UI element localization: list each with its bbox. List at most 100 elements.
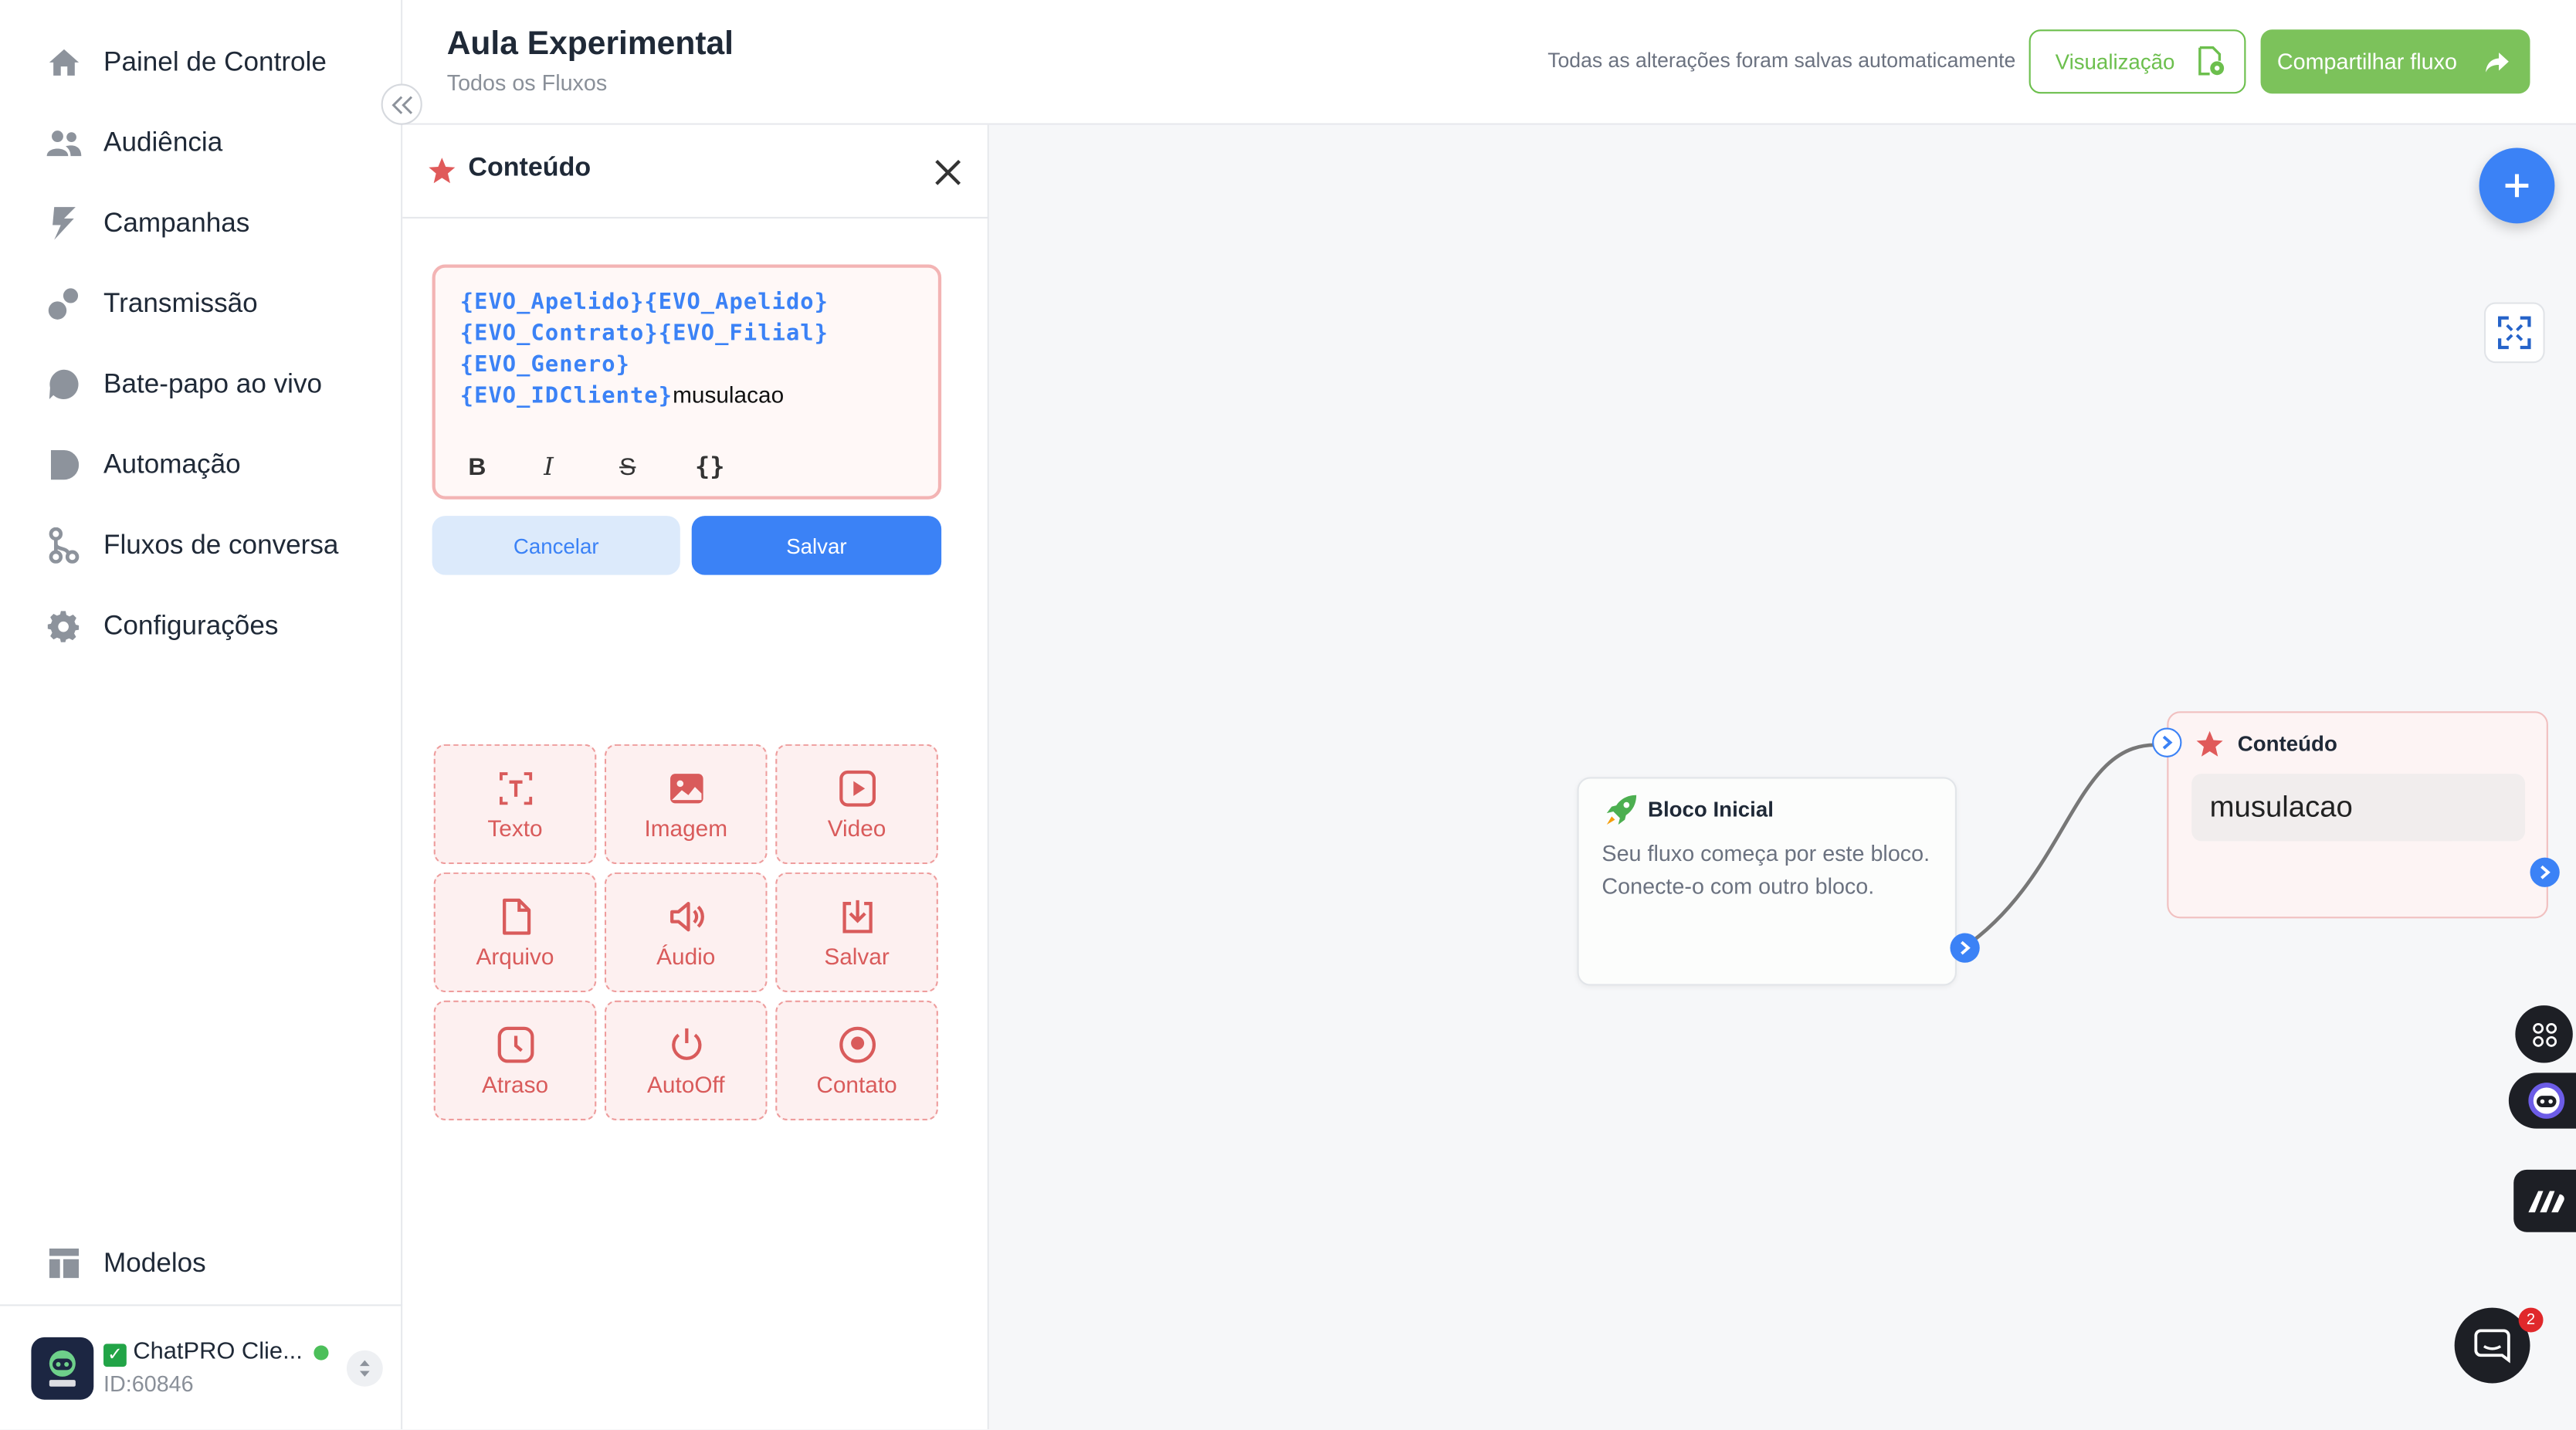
flow-icon xyxy=(46,527,83,564)
sidebar-item-fluxos[interactable]: Fluxos de conversa xyxy=(0,513,402,578)
campaign-icon xyxy=(46,205,83,242)
panel-title: Conteúdo xyxy=(468,154,591,183)
bold-button[interactable]: B xyxy=(468,449,544,485)
chevron-right-icon xyxy=(1961,940,1971,955)
message-editor[interactable]: {EVO_Apelido}{EVO_Apelido} {EVO_Contrato… xyxy=(432,264,942,500)
star-icon xyxy=(429,158,456,184)
block-label: Video xyxy=(827,814,886,841)
automation-icon xyxy=(46,447,83,483)
start-node-description: Seu fluxo começa por este bloco. Conecte… xyxy=(1602,841,1930,899)
block-autooff[interactable]: AutoOff xyxy=(604,1000,768,1121)
account-switch-button[interactable] xyxy=(346,1350,383,1387)
cancel-button[interactable]: Cancelar xyxy=(432,516,680,575)
m-logo-icon xyxy=(2528,1191,2564,1213)
block-atraso[interactable]: Atraso xyxy=(433,1000,597,1121)
block-label: Contato xyxy=(816,1070,897,1097)
editor-content[interactable]: {EVO_Apelido}{EVO_Apelido} {EVO_Contrato… xyxy=(460,286,928,411)
flow-canvas[interactable]: Bloco Inicial Seu fluxo começa por este … xyxy=(988,124,2576,1430)
sidebar-item-automacao[interactable]: Automação xyxy=(0,432,402,498)
plus-icon xyxy=(2505,174,2529,198)
templates-icon xyxy=(46,1245,83,1282)
fit-view-button[interactable] xyxy=(2483,302,2545,364)
sidebar-item-painel-de-controle[interactable]: Painel de Controle xyxy=(0,29,402,95)
page-title: Aula Experimental xyxy=(446,26,734,63)
variable-token: {EVO_IDCliente} xyxy=(459,382,673,409)
sidebar-item-transmissao[interactable]: Transmissão xyxy=(0,271,402,337)
start-node[interactable]: Bloco Inicial Seu fluxo começa por este … xyxy=(1577,777,1957,986)
save-download-icon xyxy=(842,899,872,933)
block-arquivo[interactable]: Arquivo xyxy=(433,872,597,993)
format-toolbar: B I S {} xyxy=(468,449,770,485)
grid-icon xyxy=(2532,1022,2557,1046)
block-contato[interactable]: Contato xyxy=(775,1000,938,1121)
sidebar-item-label: Configurações xyxy=(103,610,279,640)
content-node-message: musulacao xyxy=(2191,774,2526,842)
video-icon xyxy=(839,769,875,806)
rocket-icon xyxy=(1606,795,1637,825)
account-switcher[interactable]: ✓ ChatPRO Clie... ID:60846 xyxy=(0,1304,403,1429)
variable-button[interactable]: {} xyxy=(695,449,771,485)
block-label: Arquivo xyxy=(476,942,554,969)
sidebar-item-label: Bate-papo ao vivo xyxy=(103,368,323,398)
image-icon xyxy=(669,773,703,803)
sidebar-item-modelos[interactable]: Modelos xyxy=(0,1231,402,1296)
gear-icon xyxy=(46,608,83,644)
apps-widget-button[interactable] xyxy=(2515,1005,2573,1063)
preview-button[interactable]: Visualização xyxy=(2029,29,2246,94)
bot-widget-button[interactable] xyxy=(2508,1072,2576,1129)
add-block-button[interactable] xyxy=(2479,147,2555,224)
account-id: ID:60846 xyxy=(103,1371,194,1397)
bot-icon xyxy=(2527,1083,2564,1119)
variable-token: {EVO_Contrato} xyxy=(459,320,659,347)
chevron-right-icon xyxy=(2540,865,2551,879)
strikethrough-button[interactable]: S xyxy=(619,449,695,485)
power-icon xyxy=(671,1027,701,1059)
share-label: Compartilhar fluxo xyxy=(2276,49,2457,74)
autosave-status: Todas as alterações foram salvas automat… xyxy=(1547,49,2016,73)
block-palette: Texto Imagem Video Arquivo Áudio Salvar xyxy=(433,744,940,1121)
panel-header: Conteúdo xyxy=(402,125,989,219)
block-label: Texto xyxy=(487,814,543,841)
account-name: ✓ ChatPRO Clie... xyxy=(103,1339,303,1367)
file-icon xyxy=(501,897,530,934)
sidebar-item-audiencia[interactable]: Audiência xyxy=(0,110,402,176)
chat-bubble-icon xyxy=(46,366,83,402)
block-label: Áudio xyxy=(656,942,716,969)
block-video[interactable]: Video xyxy=(775,744,938,865)
check-icon: ✓ xyxy=(103,1344,127,1367)
share-flow-button[interactable]: Compartilhar fluxo xyxy=(2260,29,2530,94)
content-node-output-port[interactable] xyxy=(2530,857,2560,887)
sidebar-item-label: Modelos xyxy=(103,1247,206,1278)
unread-badge: 2 xyxy=(2518,1307,2544,1333)
collapse-sidebar-button[interactable] xyxy=(381,83,422,125)
broadcast-icon xyxy=(46,286,83,322)
editor-text: musulacao xyxy=(673,381,785,408)
close-icon[interactable] xyxy=(930,154,966,191)
home-icon xyxy=(46,44,83,80)
italic-button[interactable]: I xyxy=(544,449,619,485)
block-imagem[interactable]: Imagem xyxy=(604,744,768,865)
sidebar-item-label: Audiência xyxy=(103,127,223,158)
page-header: Aula Experimental Todos os Fluxos Todas … xyxy=(402,0,2576,125)
block-audio[interactable]: Áudio xyxy=(604,872,768,993)
text-icon xyxy=(498,771,532,805)
m-widget-button[interactable] xyxy=(2513,1169,2576,1232)
block-label: Salvar xyxy=(824,942,890,969)
block-texto[interactable]: Texto xyxy=(433,744,597,865)
sidebar-item-campanhas[interactable]: Campanhas xyxy=(0,191,402,256)
chevron-updown-icon xyxy=(359,1360,370,1377)
sidebar-item-label: Fluxos de conversa xyxy=(103,530,339,560)
content-node[interactable]: Conteúdo musulacao xyxy=(2167,711,2548,919)
breadcrumb[interactable]: Todos os Fluxos xyxy=(447,70,608,95)
sidebar-item-configuracoes[interactable]: Configurações xyxy=(0,593,402,659)
sidebar-item-label: Painel de Controle xyxy=(103,46,327,76)
variable-token: {EVO_Apelido} xyxy=(644,289,829,316)
save-button[interactable]: Salvar xyxy=(691,516,942,575)
content-panel: Conteúdo {EVO_Apelido}{EVO_Apelido} {EVO… xyxy=(402,124,989,1430)
block-salvar[interactable]: Salvar xyxy=(775,872,938,993)
sidebar-item-bate-papo[interactable]: Bate-papo ao vivo xyxy=(0,351,402,417)
start-node-output-port[interactable] xyxy=(1950,933,1980,963)
expand-icon xyxy=(2498,316,2531,350)
content-node-input-port[interactable] xyxy=(2152,727,2182,757)
sidebar-item-label: Automação xyxy=(103,449,241,479)
